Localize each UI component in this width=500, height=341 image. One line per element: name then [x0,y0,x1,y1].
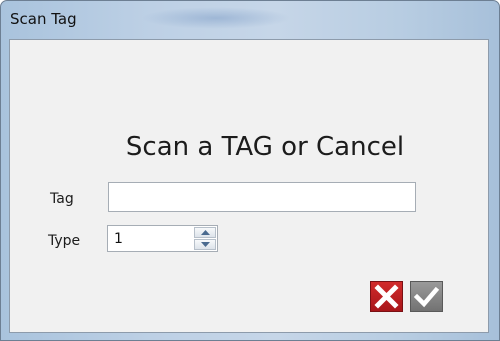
cancel-button[interactable] [370,281,403,312]
spin-down-button[interactable] [194,239,216,250]
dialog-client-area: Scan a TAG or Cancel Tag Type [9,39,489,333]
title-bar[interactable]: Scan Tag [1,1,499,39]
spin-up-button[interactable] [194,227,216,238]
title-bar-glow [141,7,291,29]
tag-label: Tag [50,191,74,207]
type-label: Type [48,233,81,249]
window-bottom-frame [1,333,499,341]
dialog-heading: Scan a TAG or Cancel [125,132,405,162]
checkmark-icon [413,286,440,308]
window-title: Scan Tag [10,10,77,28]
type-input[interactable] [114,226,184,251]
type-stepper[interactable] [107,225,218,252]
arrow-up-icon [200,230,210,235]
red-x-icon [374,284,399,309]
arrow-down-icon [200,242,210,247]
scan-tag-window: Scan Tag Scan a TAG or Cancel Tag Type [0,0,500,341]
ok-button[interactable] [410,281,443,312]
tag-input[interactable] [108,182,416,212]
